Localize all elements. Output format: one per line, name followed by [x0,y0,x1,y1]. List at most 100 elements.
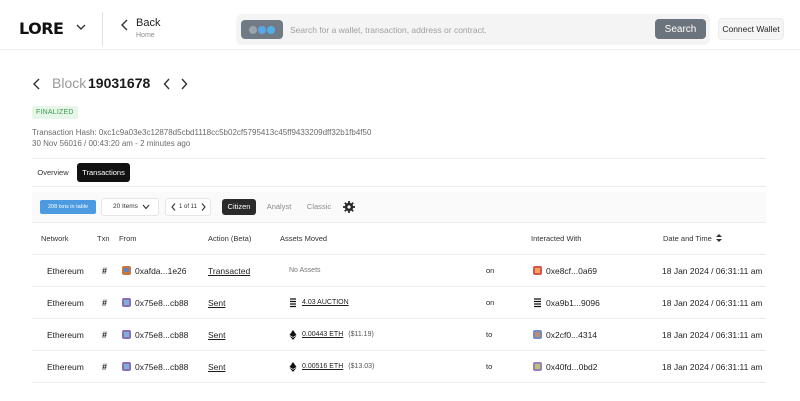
avatar-icon [533,330,542,339]
chain-icon [267,25,275,34]
items-per-page-label: 20 Items [113,203,138,210]
column-header-assets: Assets Moved [280,234,328,243]
tab-overview[interactable]: Overview [32,163,74,182]
tab-transactions[interactable]: Transactions [77,163,130,182]
logo[interactable]: LORE [19,18,64,38]
interacted-address[interactable]: 0xa9b1...9096 [546,287,600,319]
action-link[interactable]: Sent [208,351,226,383]
page-indicator: 1 of 11 [179,204,197,210]
pagination: 1 of 11 [165,198,211,216]
eth-icon [289,362,297,372]
network-cell: Ethereum [47,330,84,340]
auction-icon [290,298,296,308]
page-title-label: Block [52,75,87,91]
sort-icon[interactable] [716,234,722,242]
asset-amount-link[interactable]: 0.00443 ETH [302,331,343,338]
from-address[interactable]: 0xafda...1e26 [135,255,187,287]
view-analyst-button[interactable]: Analyst [262,199,296,215]
block-number: 19031678 [88,75,151,91]
assets-moved: 0.00443 ETH ($11.19) [302,319,374,351]
date-cell: 18 Jan 2024 / 06:31:11 am [662,298,763,308]
previous-block-icon[interactable] [163,78,171,90]
auction-icon [534,298,541,308]
block-timestamp: 30 Nov 56016 / 00:43:20 am - 2 minutes a… [32,139,191,148]
back-label: Back [136,17,161,29]
column-header-date[interactable]: Date and Time [663,234,712,243]
avatar-icon [122,298,131,307]
direction-label: on [486,266,495,275]
header-divider [102,12,103,46]
column-header-interacted: Interacted With [531,234,582,243]
table-row[interactable]: Ethereum # 0x75e8...cb88 Sent 0.00443 ET… [32,318,766,350]
avatar-icon [533,362,542,371]
interacted-address[interactable]: 0x40fd...0bd2 [546,351,598,383]
action-link[interactable]: Sent [208,319,226,351]
eth-icon [289,330,297,340]
view-citizen-button[interactable]: Citizen [222,199,256,215]
view-classic-button[interactable]: Classic [302,199,336,215]
chain-selector[interactable] [241,20,283,39]
divider [32,186,766,187]
date-cell: 18 Jan 2024 / 06:31:11 am [662,330,763,340]
column-header-network: Network [41,234,69,243]
assets-moved: 4.03 AUCTION [302,287,349,319]
back-arrow-icon[interactable] [32,78,42,90]
asset-amount-link[interactable]: 0.00516 ETH [302,363,343,370]
chevron-left-icon [121,19,128,31]
action-link[interactable]: Sent [208,287,226,319]
top-header: LORE Back Home Search Connect Wallet [0,0,800,50]
direction-label: to [486,330,493,339]
interacted-address[interactable]: 0xe8cf...0a69 [546,255,597,287]
back-sublabel: Home [136,32,155,39]
status-badge: FINALIZED [32,106,78,119]
column-header-action: Action (Beta) [208,234,252,243]
column-header-from: From [119,234,137,243]
search-button[interactable]: Search [655,19,706,39]
direction-label: on [486,298,495,307]
chevron-down-icon[interactable] [76,22,86,32]
search-bar: Search [236,14,710,45]
asset-usd-value: ($13.03) [348,363,375,370]
assets-moved: No Assets [289,255,321,287]
column-header-txn: Txn [97,234,110,243]
txn-link[interactable]: # [102,319,107,351]
asset-usd-value: ($11.19) [348,331,374,338]
table-row[interactable]: Ethereum # 0x75e8...cb88 Sent 4.03 AUCTI… [32,286,766,318]
divider [32,158,766,159]
table-row[interactable]: Ethereum # 0xafda...1e26 Transacted No A… [32,254,766,286]
action-link[interactable]: Transacted [208,255,250,287]
table-row[interactable]: Ethereum # 0x75e8...cb88 Sent 0.00516 ET… [32,350,766,382]
transaction-hash: Transaction Hash: 0xc1c9a03e3c12878d5cbd… [32,128,372,137]
network-cell: Ethereum [47,362,84,372]
chevron-down-icon [142,204,150,210]
logo-text: LORE [19,18,64,38]
chevron-left-icon[interactable] [171,203,176,211]
connect-wallet-button[interactable]: Connect Wallet [718,18,784,40]
avatar-icon [122,266,131,275]
chain-icon [249,25,257,34]
txn-link[interactable]: # [102,255,107,287]
direction-label: to [486,362,493,371]
table-bottom-border [32,382,766,383]
from-address[interactable]: 0x75e8...cb88 [135,319,188,351]
interacted-address[interactable]: 0x2cf0...4314 [546,319,597,351]
asset-amount-link[interactable]: 4.03 AUCTION [302,299,349,306]
from-address[interactable]: 0x75e8...cb88 [135,287,188,319]
gear-icon[interactable] [342,200,356,214]
chain-icon [258,25,266,34]
next-block-icon[interactable] [180,78,188,90]
txn-count-badge: 208 txns in table [40,200,96,214]
from-address[interactable]: 0x75e8...cb88 [135,351,188,383]
table-top-border [32,222,766,223]
avatar-icon [533,266,542,275]
chevron-right-icon[interactable] [201,203,206,211]
search-input[interactable] [290,14,650,45]
txn-link[interactable]: # [102,287,107,319]
assets-label: No Assets [289,267,321,274]
date-cell: 18 Jan 2024 / 06:31:11 am [662,266,763,276]
network-cell: Ethereum [47,266,84,276]
avatar-icon [122,362,131,371]
items-per-page-select[interactable]: 20 Items [101,198,159,216]
assets-moved: 0.00516 ETH ($13.03) [302,351,374,383]
txn-link[interactable]: # [102,351,107,383]
